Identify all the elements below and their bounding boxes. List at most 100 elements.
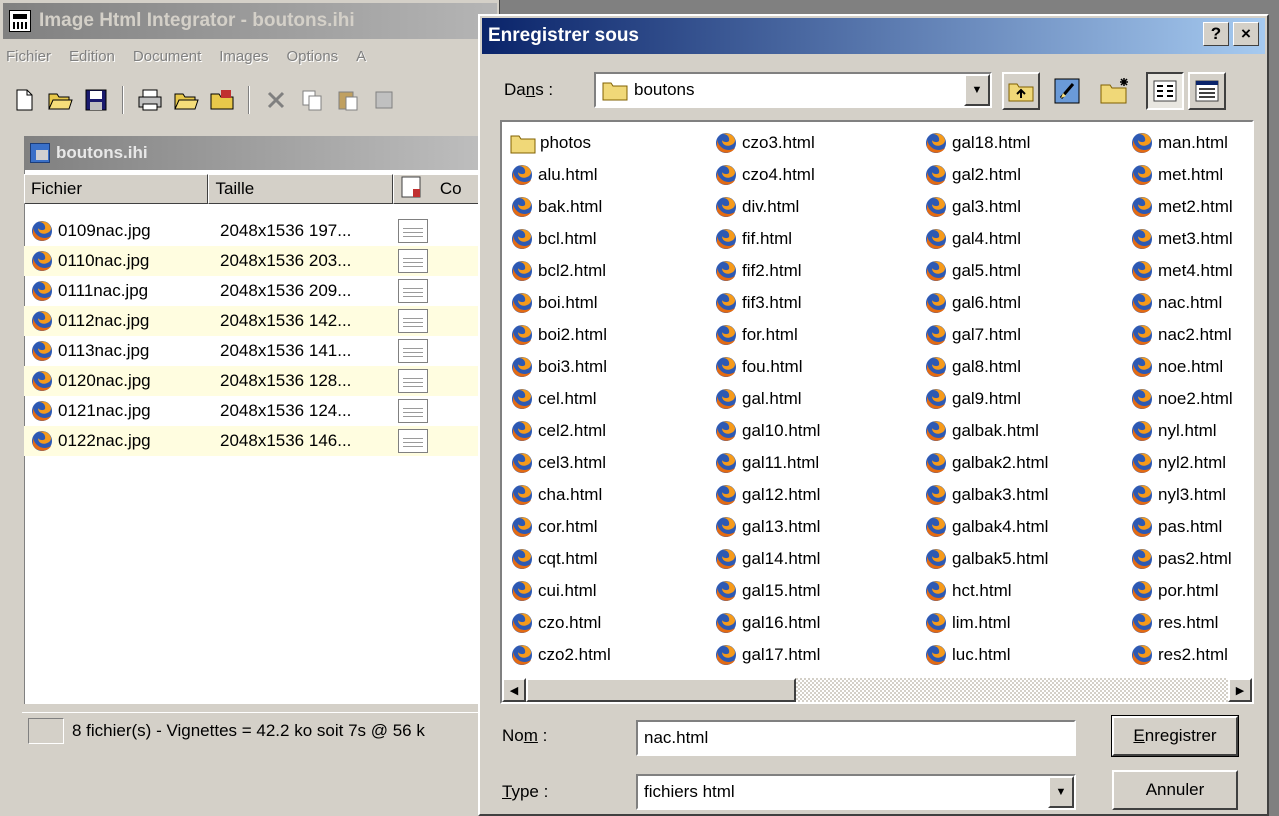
list-item[interactable]: gal15.html [714,576,820,606]
menu-fichier[interactable]: Fichier [6,48,51,72]
list-item[interactable]: nyl.html [1130,416,1217,446]
list-item[interactable]: gal16.html [714,608,820,638]
list-item[interactable]: galbak3.html [924,480,1048,510]
list-item[interactable]: boi.html [510,288,598,318]
menu-options[interactable]: Options [286,48,338,72]
table-row[interactable]: 0110nac.jpg 2048x1536 203... [24,246,498,276]
list-item[interactable]: for.html [714,320,798,350]
menu-document[interactable]: Document [133,48,201,72]
scroll-right-button[interactable]: ▶ [1228,678,1252,702]
table-row[interactable]: 0112nac.jpg 2048x1536 142... [24,306,498,336]
list-item[interactable]: gal5.html [924,256,1021,286]
list-item[interactable]: gal17.html [714,640,820,670]
list-item[interactable]: luc.html [924,640,1011,670]
save-disk-icon[interactable] [82,86,110,114]
list-item[interactable]: cor.html [510,512,598,542]
list-item[interactable]: fif2.html [714,256,802,286]
list-item[interactable]: galbak.html [924,416,1039,446]
comment-icon[interactable] [398,339,428,363]
list-item[interactable]: gal3.html [924,192,1021,222]
table-row[interactable]: 0109nac.jpg 2048x1536 197... [24,216,498,246]
horizontal-scrollbar[interactable]: ◀ ▶ [502,678,1252,702]
table-row[interactable]: 0121nac.jpg 2048x1536 124... [24,396,498,426]
list-item[interactable]: czo2.html [510,640,611,670]
list-item[interactable]: nyl2.html [1130,448,1226,478]
menu-edition[interactable]: Edition [69,48,115,72]
list-item[interactable]: photos [510,128,591,158]
list-item[interactable]: gal13.html [714,512,820,542]
list-item[interactable]: gal10.html [714,416,820,446]
list-item[interactable]: cqt.html [510,544,598,574]
list-item[interactable]: gal4.html [924,224,1021,254]
save-button[interactable]: Enregistrer [1111,715,1239,757]
list-item[interactable]: div.html [714,192,799,222]
list-item[interactable]: gal11.html [714,448,819,478]
cancel-button[interactable]: Annuler [1112,770,1238,810]
properties-icon[interactable] [370,86,398,114]
list-item[interactable]: pas2.html [1130,544,1232,574]
scroll-thumb[interactable] [526,678,796,702]
folder-combo[interactable]: boutons ▼ [594,72,992,108]
list-item[interactable]: gal9.html [924,384,1021,414]
list-item[interactable]: nac.html [1130,288,1222,318]
list-item[interactable]: gal12.html [714,480,820,510]
dialog-titlebar[interactable]: Enregistrer sous [482,18,1265,54]
list-item[interactable]: gal7.html [924,320,1021,350]
comment-icon[interactable] [398,249,428,273]
list-item[interactable]: res.html [1130,608,1218,638]
open-images-icon[interactable] [172,86,200,114]
list-item[interactable]: nac2.html [1130,320,1232,350]
list-item[interactable]: cel2.html [510,416,606,446]
table-row[interactable]: 0120nac.jpg 2048x1536 128... [24,366,498,396]
list-item[interactable]: bak.html [510,192,602,222]
column-header-fichier[interactable]: Fichier [24,174,209,204]
add-images-icon[interactable] [208,86,236,114]
print-icon[interactable] [136,86,164,114]
list-item[interactable]: cui.html [510,576,597,606]
list-item[interactable]: nyl3.html [1130,480,1226,510]
list-item[interactable]: bcl2.html [510,256,606,286]
help-button[interactable]: ? [1203,22,1229,46]
list-item[interactable]: met2.html [1130,192,1233,222]
comment-icon[interactable] [398,279,428,303]
menu-images[interactable]: Images [219,48,268,72]
comment-icon[interactable] [398,219,428,243]
scroll-left-button[interactable]: ◀ [502,678,526,702]
comment-icon[interactable] [398,309,428,333]
list-item[interactable]: met.html [1130,160,1223,190]
details-view-button[interactable] [1188,72,1226,110]
list-item[interactable]: noe2.html [1130,384,1233,414]
file-list[interactable]: photos alu.html bak.html bcl.html bcl2.html b… [500,120,1254,704]
list-item[interactable]: fou.html [714,352,802,382]
list-item[interactable]: galbak2.html [924,448,1048,478]
table-row[interactable]: 0113nac.jpg 2048x1536 141... [24,336,498,366]
list-item[interactable]: gal6.html [924,288,1021,318]
list-item[interactable]: gal14.html [714,544,820,574]
close-button[interactable]: × [1233,22,1259,46]
open-folder-icon[interactable] [46,86,74,114]
filename-input[interactable]: nac.html [636,720,1076,756]
list-view-button[interactable] [1146,72,1184,110]
list-item[interactable]: fif.html [714,224,792,254]
chevron-down-icon[interactable]: ▼ [1048,776,1074,808]
list-item[interactable]: lim.html [924,608,1011,638]
list-item[interactable]: boi3.html [510,352,607,382]
list-item[interactable]: res2.html [1130,640,1228,670]
list-item[interactable]: alu.html [510,160,598,190]
comment-icon[interactable] [398,429,428,453]
list-item[interactable]: met4.html [1130,256,1233,286]
list-item[interactable]: cha.html [510,480,602,510]
up-folder-button[interactable] [1002,72,1040,110]
menu-more[interactable]: A [356,48,366,72]
list-item[interactable]: por.html [1130,576,1218,606]
desktop-button[interactable] [1048,72,1086,110]
chevron-down-icon[interactable]: ▼ [964,74,990,106]
new-file-icon[interactable] [10,86,38,114]
list-item[interactable]: pas.html [1130,512,1222,542]
paste-icon[interactable] [334,86,362,114]
table-row[interactable]: 0122nac.jpg 2048x1536 146... [24,426,498,456]
list-item[interactable]: cel.html [510,384,597,414]
filetype-select[interactable]: fichiers html ▼ [636,774,1076,810]
list-item[interactable]: galbak5.html [924,544,1048,574]
comment-icon[interactable] [398,369,428,393]
